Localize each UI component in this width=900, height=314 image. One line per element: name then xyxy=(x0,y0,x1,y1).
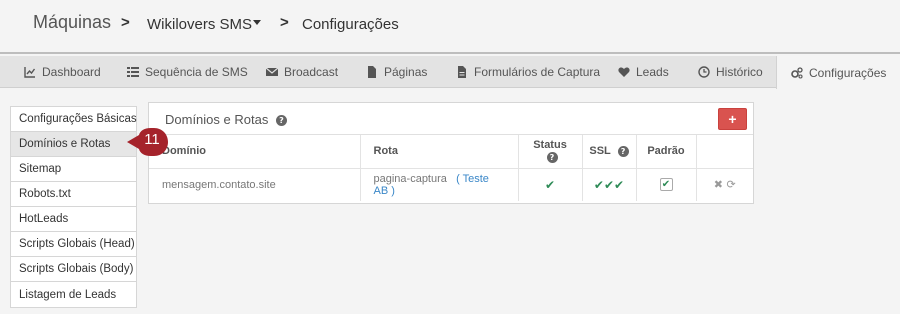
tab-leads[interactable]: Leads xyxy=(618,56,669,88)
check-icon: ✔ xyxy=(544,177,556,192)
breadcrumb-current: Configurações xyxy=(302,16,399,33)
tab-label: Dashboard xyxy=(42,65,101,79)
panel-header: Domínios e Rotas ? + xyxy=(149,103,753,135)
col-domain: Domínio xyxy=(149,135,361,169)
col-route: Rota xyxy=(360,135,519,169)
header-breadcrumb: Máquinas > Wikilovers SMS > Configuraçõe… xyxy=(0,0,900,54)
tab-label: Histórico xyxy=(716,65,763,79)
col-status: Status ? xyxy=(518,135,583,169)
breadcrumb-machine[interactable]: Wikilovers SMS xyxy=(147,16,252,33)
ssl-cell: ✔✔✔ xyxy=(582,168,637,201)
envelope-icon xyxy=(266,67,278,76)
file-text-icon xyxy=(458,66,466,78)
tab-sms-sequence[interactable]: Sequência de SMS xyxy=(127,56,248,88)
side-item-robots[interactable]: Robots.txt xyxy=(11,182,136,207)
col-ssl: SSL ? xyxy=(582,135,637,169)
delete-refresh-icons[interactable]: ✖ ⟳ xyxy=(714,178,736,191)
col-ssl-label: SSL xyxy=(589,145,611,158)
actions-cell: ✖ ⟳ xyxy=(696,168,753,201)
domains-table: Domínio Rota Status ? SSL ? Padrão mensa… xyxy=(149,135,753,201)
default-cell: ✔ xyxy=(636,168,697,201)
tab-label: Broadcast xyxy=(284,65,339,79)
route-name: pagina-captura xyxy=(373,172,447,185)
panel-title-text: Domínios e Rotas xyxy=(165,112,269,127)
list-icon xyxy=(127,67,139,77)
table-row: mensagem.contato.site pagina-captura ( T… xyxy=(149,168,753,201)
side-item-basic-settings[interactable]: Configurações Básicas xyxy=(11,107,137,132)
domain-cell: mensagem.contato.site xyxy=(149,168,361,201)
heart-icon xyxy=(618,67,630,77)
col-status-label: Status xyxy=(533,139,567,152)
tab-label: Configurações xyxy=(809,65,887,80)
tab-history[interactable]: Histórico xyxy=(698,56,763,88)
route-cell: pagina-captura ( Teste AB ) xyxy=(360,168,519,201)
add-domain-button[interactable]: + xyxy=(718,108,747,130)
settings-side-menu: Configurações Básicas Domínios e Rotas S… xyxy=(10,106,137,308)
help-icon[interactable]: ? xyxy=(617,145,629,157)
caret-down-icon[interactable] xyxy=(253,20,261,25)
line-chart-icon xyxy=(24,67,36,78)
tab-dashboard[interactable]: Dashboard xyxy=(24,56,101,88)
side-item-hotleads[interactable]: HotLeads xyxy=(11,207,136,232)
gears-icon xyxy=(791,66,803,79)
ab-paren-open: ( xyxy=(456,172,460,185)
help-icon[interactable]: ? xyxy=(275,115,287,127)
help-icon[interactable]: ? xyxy=(546,151,558,163)
side-item-scripts-body[interactable]: Scripts Globais (Body) xyxy=(11,257,136,282)
tab-label: Formulários de Captura xyxy=(474,65,601,79)
domains-routes-panel: Domínios e Rotas ? + Domínio Rota Status… xyxy=(148,102,754,204)
breadcrumb-machines[interactable]: Máquinas xyxy=(33,12,111,33)
side-item-sitemap[interactable]: Sitemap xyxy=(11,157,136,182)
side-item-domains-routes[interactable]: Domínios e Rotas xyxy=(11,132,136,157)
tab-broadcast[interactable]: Broadcast xyxy=(266,56,338,88)
tab-capture-forms[interactable]: Formulários de Captura xyxy=(456,56,600,88)
file-icon xyxy=(368,66,376,78)
default-checkbox[interactable]: ✔ xyxy=(659,178,673,192)
table-header-row: Domínio Rota Status ? SSL ? Padrão xyxy=(149,135,753,169)
breadcrumb-separator-icon: > xyxy=(280,14,289,31)
panel-title: Domínios e Rotas ? xyxy=(165,112,287,127)
side-item-leads-list[interactable]: Listagem de Leads xyxy=(11,282,136,307)
status-cell: ✔ xyxy=(518,168,583,201)
tab-label: Sequência de SMS xyxy=(145,65,248,79)
breadcrumb-separator-icon: > xyxy=(121,14,130,31)
ssl-check-icons: ✔✔✔ xyxy=(593,177,625,192)
col-default: Padrão xyxy=(636,135,697,169)
col-actions xyxy=(696,135,753,169)
tab-settings[interactable]: Configurações xyxy=(776,56,900,89)
tab-bar: Dashboard Sequência de SMS Broadcast Pág… xyxy=(0,56,900,89)
clock-icon xyxy=(698,66,710,78)
tab-label: Leads xyxy=(636,65,669,79)
side-item-scripts-head[interactable]: Scripts Globais (Head) xyxy=(11,232,136,257)
tab-label: Páginas xyxy=(384,65,428,79)
callout-number: 11 xyxy=(144,131,160,148)
ab-paren-close: ) xyxy=(391,184,395,197)
tab-pages[interactable]: Páginas xyxy=(366,56,427,88)
